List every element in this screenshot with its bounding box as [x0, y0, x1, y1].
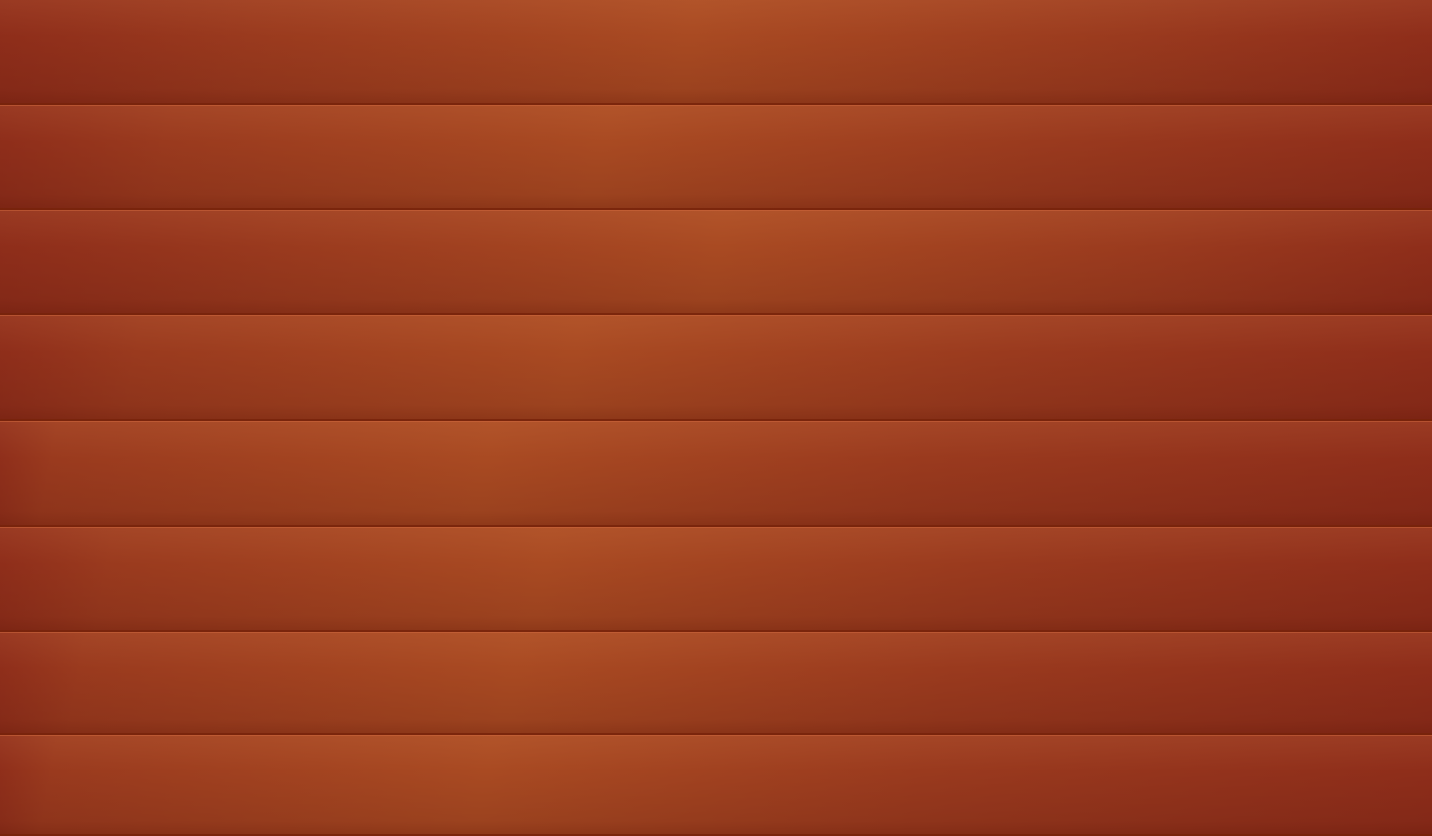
- background-slat: [0, 315, 1432, 421]
- background-slat: [0, 210, 1432, 315]
- desktop-background: [0, 0, 1432, 836]
- background-slat: [0, 527, 1432, 632]
- background-slat: [0, 0, 1432, 105]
- background-slat: [0, 735, 1432, 836]
- background-slat: [0, 632, 1432, 735]
- background-slat: [0, 421, 1432, 527]
- background-slat: [0, 105, 1432, 210]
